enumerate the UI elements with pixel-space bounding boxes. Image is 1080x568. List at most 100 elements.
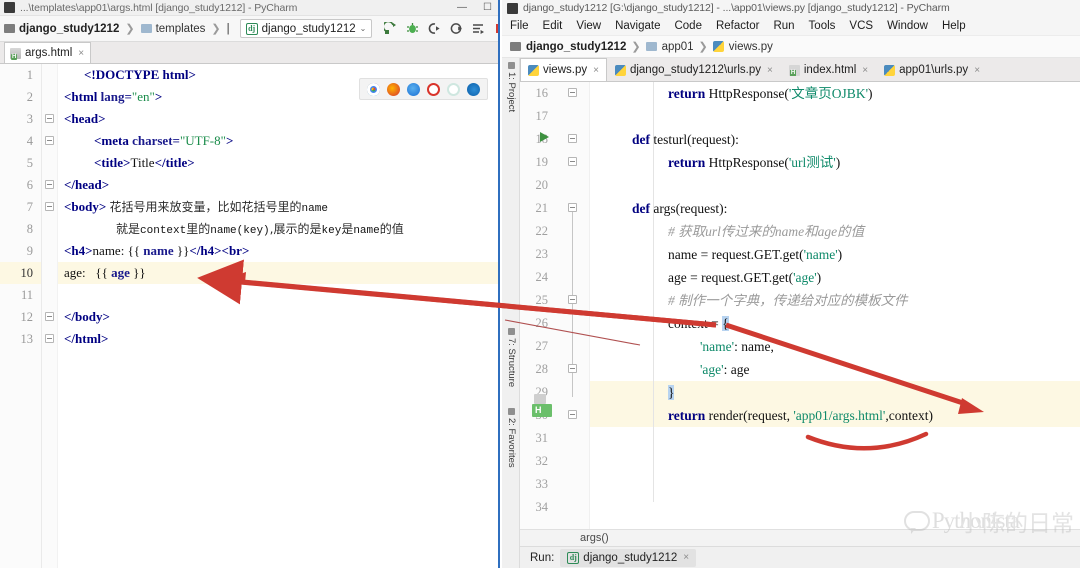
close-icon[interactable]: × (974, 65, 980, 76)
breadcrumb-label-app01[interactable]: app01 (662, 41, 694, 53)
fold-marker[interactable] (568, 410, 577, 419)
line-number: 21 (535, 201, 549, 215)
breadcrumb-label-viewspy[interactable]: views.py (729, 41, 773, 53)
menu-view[interactable]: View (576, 20, 601, 32)
menu-file[interactable]: File (510, 20, 529, 32)
favorites-icon (508, 408, 515, 415)
right-code-editor[interactable]: 16 17 18 19 20 21 22 23 24 25 26 27 28 2… (520, 82, 1080, 529)
right-pycharm-window: django_study1212 [G:\django_study1212] -… (502, 0, 1080, 568)
menu-refactor[interactable]: Refactor (716, 20, 759, 32)
right-editor-tabbar: views.py × django_study1212\urls.py × in… (520, 58, 1080, 82)
menu-help[interactable]: Help (942, 20, 966, 32)
debug-icon[interactable] (406, 22, 419, 35)
menu-tools[interactable]: Tools (809, 20, 836, 32)
code-line-10: age: {{ age }} (64, 265, 146, 280)
browser-preview-bar[interactable] (359, 78, 488, 100)
breadcrumb-label-project[interactable]: django_study1212 (526, 41, 626, 53)
close-icon[interactable]: × (593, 65, 599, 76)
left-pycharm-window: ...\templates\app01\args.html [django_st… (0, 0, 500, 568)
run-icon[interactable] (382, 20, 397, 35)
close-icon[interactable]: × (767, 65, 773, 76)
fold-marker[interactable] (45, 136, 54, 145)
tab-label: args.html (25, 47, 73, 59)
screenshot-root: ...\templates\app01\args.html [django_st… (0, 0, 1080, 568)
project-icon (508, 62, 515, 69)
run-config-tab[interactable]: dj django_study1212 × (560, 548, 697, 567)
tab-label: app01\urls.py (899, 64, 969, 76)
breadcrumb-item-templates[interactable]: templates (140, 23, 205, 35)
safari-icon[interactable] (407, 82, 420, 96)
code-line-24: age = request.GET.get('age') (668, 270, 822, 285)
fold-marker[interactable] (45, 180, 54, 189)
menu-code[interactable]: Code (674, 20, 702, 32)
run-with-coverage-icon[interactable] (428, 22, 441, 35)
code-line-26: context = { (668, 316, 729, 331)
edge-icon[interactable] (467, 82, 480, 96)
tab-django-urls-py[interactable]: django_study1212\urls.py × (607, 58, 781, 81)
tab-app01-urls-py[interactable]: app01\urls.py × (876, 58, 988, 81)
fold-marker[interactable] (45, 114, 54, 123)
fold-marker[interactable] (568, 295, 577, 304)
tab-views-py[interactable]: views.py × (520, 58, 607, 81)
code-line-2: <html lang="en"> (64, 89, 163, 104)
close-icon[interactable]: × (683, 552, 689, 563)
line-number: 26 (535, 316, 549, 330)
fold-marker[interactable] (568, 364, 577, 373)
right-fold-gutter[interactable] (554, 82, 590, 529)
fold-marker[interactable] (45, 312, 54, 321)
status-text: args() (580, 532, 609, 544)
run-gutter-icon[interactable] (540, 132, 549, 142)
tab-args-html[interactable]: args.html × (4, 42, 92, 63)
fold-marker[interactable] (568, 203, 577, 212)
opera-icon[interactable] (427, 82, 440, 96)
menu-edit[interactable]: Edit (543, 20, 563, 32)
left-code-area[interactable]: <!DOCTYPE html> <html lang="en"> <head> … (58, 64, 498, 568)
right-code-lines[interactable]: return HttpResponse('文章页OJBK') def testu… (590, 82, 1080, 529)
toolwindow-button-structure[interactable]: 7: Structure (506, 328, 517, 387)
left-fold-gutter[interactable] (42, 64, 58, 568)
fold-marker[interactable] (568, 134, 577, 143)
line-number: 8 (26, 222, 33, 236)
line-number: 28 (535, 362, 549, 376)
right-window-title-text: django_study1212 [G:\django_study1212] -… (523, 2, 950, 14)
breadcrumb-item-project[interactable]: django_study1212 (4, 23, 119, 35)
breadcrumb-label: django_study1212 (19, 22, 120, 35)
fold-marker[interactable] (568, 88, 577, 97)
code-line-18: def testurl(request): (632, 132, 739, 147)
folder-icon (510, 42, 521, 51)
tab-index-html[interactable]: index.html × (781, 58, 876, 81)
maximize-button[interactable]: ☐ (483, 3, 492, 13)
line-number: 20 (535, 178, 549, 192)
structure-icon (508, 328, 515, 335)
toolwindow-button-favorites[interactable]: 2: Favorites (506, 408, 517, 468)
tab-label: django_study1212\urls.py (629, 64, 762, 76)
line-number: 23 (535, 247, 549, 261)
html-gutter-icon[interactable] (532, 404, 552, 417)
fold-marker[interactable] (45, 334, 54, 343)
toolwindow-button-project[interactable]: 1: Project (506, 62, 517, 112)
menu-run[interactable]: Run (773, 20, 794, 32)
stop-icon[interactable] (494, 22, 498, 35)
run-task-icon[interactable] (472, 22, 485, 35)
run-configuration-selector[interactable]: dj django_study1212 ⌄ (239, 19, 373, 38)
menu-window[interactable]: Window (887, 20, 928, 32)
fold-marker[interactable] (568, 157, 577, 166)
chrome-icon[interactable] (367, 82, 380, 96)
close-icon[interactable]: × (862, 65, 868, 76)
minimize-button[interactable]: — (457, 3, 467, 13)
firefox-icon[interactable] (387, 82, 400, 96)
ie-icon[interactable] (447, 82, 460, 96)
menu-vcs[interactable]: VCS (849, 20, 873, 32)
django-icon: dj (245, 22, 258, 35)
left-editor[interactable]: 1 2 3 4 5 6 7 8 9 10 11 12 13 <!DOCTYPE … (0, 64, 498, 568)
profile-icon[interactable] (450, 22, 463, 35)
line-number: 24 (535, 270, 549, 284)
left-gutter: 1 2 3 4 5 6 7 8 9 10 11 12 13 (0, 64, 42, 568)
code-line-27: 'name': name, (700, 339, 774, 354)
line-number: 9 (26, 244, 33, 258)
close-icon[interactable]: × (78, 48, 84, 59)
line-number: 5 (26, 156, 33, 170)
chevron-down-icon[interactable]: ⌄ (360, 24, 367, 33)
fold-marker[interactable] (45, 202, 54, 211)
menu-navigate[interactable]: Navigate (615, 20, 660, 32)
